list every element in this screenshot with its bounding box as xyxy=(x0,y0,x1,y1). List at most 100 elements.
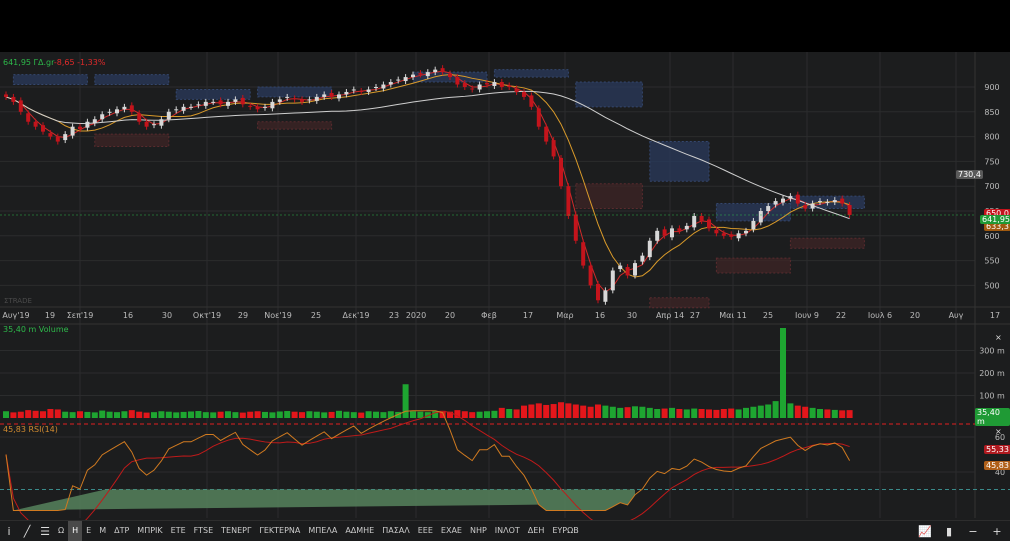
candle-body xyxy=(832,200,837,203)
volume-bar xyxy=(291,411,298,418)
volume-bar xyxy=(121,411,128,418)
time-axis-label: Μαι 11 xyxy=(719,311,747,320)
price-axis-label: 900 xyxy=(984,83,999,92)
zoom-out-icon[interactable]: − xyxy=(964,521,982,541)
toolbar-symbol-0[interactable]: Ω xyxy=(54,521,68,541)
volume-bars-icon[interactable]: ▮ xyxy=(940,521,958,541)
volume-bar xyxy=(491,410,498,418)
last-price: 641,95 xyxy=(3,58,31,67)
time-axis-label: 16 xyxy=(123,311,133,320)
candle-body xyxy=(233,99,238,102)
candle-body xyxy=(137,113,142,122)
candle-body xyxy=(507,85,512,87)
chart-canvas[interactable]: 900850800750700650600550500Αυγ'1919Σεπ'1… xyxy=(0,52,1010,520)
volume-bar xyxy=(757,405,764,418)
candle-body xyxy=(581,242,586,266)
candle-body xyxy=(196,104,201,106)
candle-body xyxy=(218,100,223,105)
toolbar-symbol-1[interactable]: Η xyxy=(68,521,83,541)
volume-bar xyxy=(114,412,120,418)
supply-zone xyxy=(649,141,710,182)
symbol: ΓΔ.gr xyxy=(33,58,54,67)
candle-body xyxy=(803,205,808,209)
volume-bar xyxy=(84,411,91,418)
toolbar-symbol-12[interactable]: ΠΑΣΑΛ xyxy=(378,521,414,541)
candle-body xyxy=(536,108,541,127)
toolbar-symbol-13[interactable]: ΕΕΕ xyxy=(414,521,437,541)
candle-body xyxy=(588,265,593,286)
volume-bar xyxy=(809,407,816,418)
toolbar-symbol-16[interactable]: ΙΝΛΟΤ xyxy=(491,521,524,541)
toolbar-symbol-9[interactable]: ΓΕΚΤΕΡΝΑ xyxy=(255,521,304,541)
volume-bar xyxy=(188,411,194,418)
candle-body xyxy=(63,134,68,141)
volume-bar xyxy=(476,411,483,418)
fib-lines-icon[interactable]: ☰ xyxy=(36,521,54,541)
candle-body xyxy=(92,119,97,124)
toolbar-symbol-11[interactable]: ΑΔΜΗΕ xyxy=(341,521,378,541)
volume-bar xyxy=(469,412,476,418)
volume-bar xyxy=(683,409,690,418)
volume-bar xyxy=(269,412,276,418)
toolbar-symbol-5[interactable]: ΜΠΡΙΚ xyxy=(133,521,166,541)
volume-axis-label: 100 m xyxy=(979,392,1005,401)
volume-bar xyxy=(40,411,46,418)
toolbar-symbol-10[interactable]: ΜΠΕΛΑ xyxy=(304,521,341,541)
toolbar-symbol-3[interactable]: Μ xyxy=(95,521,110,541)
time-axis-label: 23 xyxy=(389,311,399,320)
toolbar-symbol-14[interactable]: ΕΧΑΕ xyxy=(437,521,466,541)
volume-bar xyxy=(624,407,631,418)
candle-body xyxy=(462,83,467,87)
volume-bar xyxy=(824,409,831,418)
volume-bar xyxy=(543,404,550,418)
demand-zone xyxy=(715,257,791,274)
candle-body xyxy=(70,126,75,136)
volume-bar xyxy=(254,411,261,418)
rsi-close-icon[interactable]: × xyxy=(995,427,1002,436)
volume-bar xyxy=(750,406,757,418)
volume-bar xyxy=(143,412,150,418)
candle-body xyxy=(721,233,726,236)
volume-bar xyxy=(609,406,616,418)
candle-body xyxy=(203,101,208,106)
volume-close-icon[interactable]: × xyxy=(995,333,1002,342)
candle-body xyxy=(403,77,408,82)
volume-bar xyxy=(343,411,350,418)
toolbar-symbol-8[interactable]: ΤΕΝΕΡΓ xyxy=(217,521,255,541)
toolbar-symbol-2[interactable]: Ε xyxy=(82,521,95,541)
candle-body xyxy=(55,136,60,142)
zoom-in-icon[interactable]: + xyxy=(988,521,1006,541)
volume-bar xyxy=(654,409,661,418)
time-axis-label: 25 xyxy=(311,311,321,320)
candle-body xyxy=(551,140,556,157)
chart-type-icon[interactable]: 📈 xyxy=(916,521,934,541)
candle-body xyxy=(485,83,489,85)
volume-bar xyxy=(128,410,135,418)
toolbar-symbol-6[interactable]: ΕΤΕ xyxy=(167,521,190,541)
price-axis-label: 700 xyxy=(984,182,999,191)
toolbar-symbol-15[interactable]: ΝΗΡ xyxy=(466,521,491,541)
candle-body xyxy=(647,240,652,258)
toolbar-symbol-4[interactable]: ΔΤΡ xyxy=(110,521,133,541)
draw-line-icon[interactable]: ╱ xyxy=(18,521,36,541)
volume-bar xyxy=(461,411,468,418)
info-icon[interactable]: i xyxy=(0,521,18,541)
candle-body xyxy=(640,255,645,262)
candle-body xyxy=(78,126,82,130)
candle-body xyxy=(285,96,290,98)
candle-body xyxy=(448,73,452,78)
toolbar-symbol-17[interactable]: ΔΕΗ xyxy=(524,521,549,541)
candle-body xyxy=(122,106,127,110)
time-axis-label: 20 xyxy=(445,311,455,320)
volume-bar xyxy=(239,412,246,418)
candle-body xyxy=(337,94,341,99)
supply-zone xyxy=(94,74,170,86)
time-axis-label: Σεπ'19 xyxy=(67,311,94,320)
volume-bar xyxy=(151,412,157,418)
volume-bar xyxy=(617,407,624,418)
volume-last-tag: 35,40 m xyxy=(975,408,1010,426)
toolbar-symbol-7[interactable]: FTSE xyxy=(190,521,217,541)
candle-body xyxy=(322,94,327,97)
toolbar-symbol-18[interactable]: ΕΥΡΩΒ xyxy=(548,521,582,541)
candle-body xyxy=(440,68,445,73)
